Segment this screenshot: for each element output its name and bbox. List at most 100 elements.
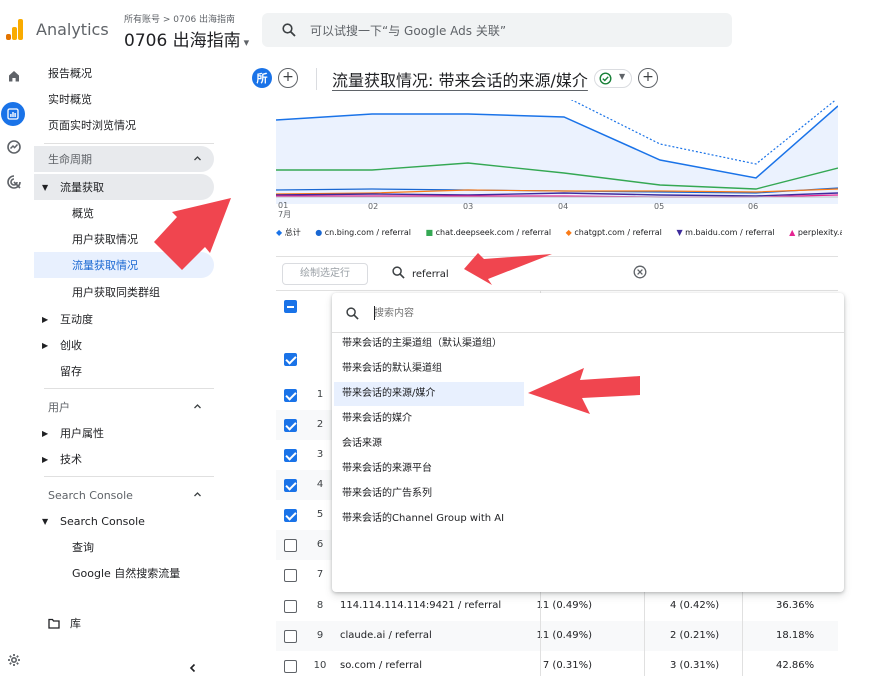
gear-icon[interactable]: [4, 650, 24, 670]
add-report-button[interactable]: +: [638, 68, 658, 88]
global-search-placeholder: 可以试搜一下“与 Google Ads 关联”: [310, 24, 507, 38]
global-search[interactable]: 可以试搜一下“与 Google Ads 关联”: [262, 13, 732, 47]
nav-acquisition-overview[interactable]: 概览: [34, 200, 214, 226]
row-number: 4: [316, 479, 324, 490]
diamond-marker-icon: ◆: [565, 228, 572, 237]
status-pill[interactable]: ▼: [594, 69, 632, 88]
dropdown-search: [332, 293, 844, 333]
property-name: 0706 出海指南: [124, 31, 241, 51]
select-totals-checkbox[interactable]: [284, 353, 297, 366]
property-selector[interactable]: 所有账号 > 0706 出海指南 0706 出海指南 ▾: [124, 12, 249, 51]
row-engagement-rate: 42.86%: [776, 660, 815, 671]
advertising-icon[interactable]: [4, 172, 24, 192]
explore-icon[interactable]: [4, 137, 24, 157]
row-source-medium[interactable]: so.com / referral: [340, 660, 422, 671]
x-tick-label: 04: [558, 202, 569, 211]
dropdown-search-input[interactable]: [374, 304, 674, 322]
row-checkbox[interactable]: [284, 509, 297, 522]
caret-right-icon: ▶: [42, 428, 49, 438]
clear-search-icon[interactable]: [633, 265, 647, 279]
caret-right-icon: ▶: [42, 340, 49, 350]
row-checkbox[interactable]: [284, 569, 297, 582]
page-title[interactable]: 流量获取情况: 带来会话的来源/媒介: [332, 67, 588, 91]
triangle-up-marker-icon: ▲: [789, 228, 796, 237]
nav-user-acquisition[interactable]: 用户获取情况: [34, 226, 214, 252]
row-source-medium[interactable]: 114.114.114.114:9421 / referral: [340, 600, 501, 611]
legend-item[interactable]: ▼ m.baidu.com / referral: [676, 228, 780, 237]
x-tick-label: 06: [748, 202, 759, 211]
nav-acquisition[interactable]: ▼ 流量获取: [34, 174, 214, 200]
app-name: Analytics: [36, 20, 109, 39]
dropdown-option[interactable]: 带来会话的媒介: [334, 407, 524, 431]
nav-search-console[interactable]: ▼ Search Console: [34, 508, 214, 534]
caret-down-icon: ▼: [619, 72, 626, 81]
legend-item[interactable]: ▲ perplexity.ai / re: [789, 228, 842, 237]
nav-user-attributes[interactable]: ▶ 用户属性: [34, 420, 214, 446]
line-chart: [276, 100, 838, 204]
row-checkbox[interactable]: [284, 419, 297, 432]
nav-reports-snapshot[interactable]: 报告概况: [34, 60, 214, 86]
row-checkbox[interactable]: [284, 479, 297, 492]
legend-item[interactable]: ◆ chatgpt.com / referral: [566, 228, 668, 237]
nav-user-acquisition-cohort[interactable]: 用户获取同类群组: [34, 279, 214, 305]
chevron-up-icon: [194, 492, 201, 497]
home-icon[interactable]: [4, 66, 24, 86]
row-checkbox[interactable]: [284, 389, 297, 402]
x-tick-label: 02: [368, 202, 379, 211]
dropdown-option[interactable]: 带来会话的来源平台: [334, 457, 524, 481]
row-number: 1: [316, 389, 324, 400]
legend-item[interactable]: ◆ 总计: [276, 228, 307, 237]
nav-tech[interactable]: ▶ 技术: [34, 446, 214, 472]
table-row[interactable]: 10 so.com / referral 7 (0.31%) 3 (0.31%)…: [276, 651, 838, 676]
dropdown-option[interactable]: 会话来源: [334, 432, 524, 456]
nav-divider: [44, 388, 214, 389]
nav-monetization[interactable]: ▶ 创收: [34, 332, 214, 358]
nav-traffic-acquisition[interactable]: 流量获取情况: [34, 252, 214, 278]
row-source-medium[interactable]: claude.ai / referral: [340, 630, 432, 641]
analytics-logo[interactable]: [6, 18, 24, 40]
toolbar-divider: [276, 256, 838, 257]
legend-item[interactable]: ● cn.bing.com / referral: [315, 228, 417, 237]
caret-down-icon: ▾: [243, 36, 250, 49]
nav-group-lifecycle[interactable]: 生命周期: [34, 146, 214, 172]
row-checkbox[interactable]: [284, 600, 297, 613]
table-row[interactable]: 8 114.114.114.114:9421 / referral 11 (0.…: [276, 591, 838, 621]
nav-realtime-overview[interactable]: 实时概览: [34, 86, 214, 112]
legend-item[interactable]: ■ chat.deepseek.com / referral: [426, 228, 558, 237]
top-bar: Analytics 所有账号 > 0706 出海指南 0706 出海指南 ▾ 可以…: [0, 0, 886, 58]
nav-engagement[interactable]: ▶ 互动度: [34, 306, 214, 332]
row-checkbox[interactable]: [284, 660, 297, 673]
chevron-up-icon: [194, 404, 201, 409]
nav-google-organic-search[interactable]: Google 自然搜索流量: [34, 560, 214, 586]
column-divider: [644, 591, 645, 676]
nav-retention[interactable]: 留存: [34, 358, 214, 384]
row-sessions: 11 (0.49%): [536, 600, 592, 611]
table-search-input[interactable]: [412, 265, 612, 283]
row-checkbox[interactable]: [284, 630, 297, 643]
dropdown-option[interactable]: 带来会话的广告系列: [334, 482, 524, 506]
row-checkbox[interactable]: [284, 539, 297, 552]
chevron-left-icon[interactable]: [188, 662, 198, 676]
nav-group-user[interactable]: 用户: [34, 394, 214, 420]
x-tick-label: 05: [654, 202, 665, 211]
table-row[interactable]: 9 claude.ai / referral 11 (0.49%) 2 (0.2…: [276, 621, 838, 651]
plot-rows-button[interactable]: 绘制选定行: [282, 263, 368, 285]
row-checkbox[interactable]: [284, 449, 297, 462]
row-number: 2: [316, 419, 324, 430]
add-comparison-button[interactable]: +: [278, 68, 298, 88]
dropdown-option[interactable]: 带来会话的Channel Group with AI: [334, 507, 574, 531]
nav-group-search-console[interactable]: Search Console: [34, 482, 214, 508]
reports-icon[interactable]: [1, 102, 25, 126]
caret-down-icon: ▼: [42, 516, 49, 526]
dropdown-option[interactable]: 带来会话的默认渠道组: [334, 357, 524, 381]
nav-library[interactable]: 库: [34, 610, 214, 636]
nav-queries[interactable]: 查询: [34, 534, 214, 560]
square-marker-icon: ■: [425, 228, 434, 237]
x-tick-label: 03: [463, 202, 474, 211]
select-all-checkbox[interactable]: [284, 300, 297, 313]
comparison-badge[interactable]: 所: [252, 68, 272, 88]
nav-realtime-pages[interactable]: 页面实时浏览情况: [34, 112, 214, 138]
dropdown-option-hovered[interactable]: 带来会话的来源/媒介: [334, 382, 524, 406]
triangle-down-marker-icon: ▼: [676, 228, 683, 237]
dropdown-option[interactable]: 带来会话的主渠道组（默认渠道组）: [334, 332, 524, 356]
